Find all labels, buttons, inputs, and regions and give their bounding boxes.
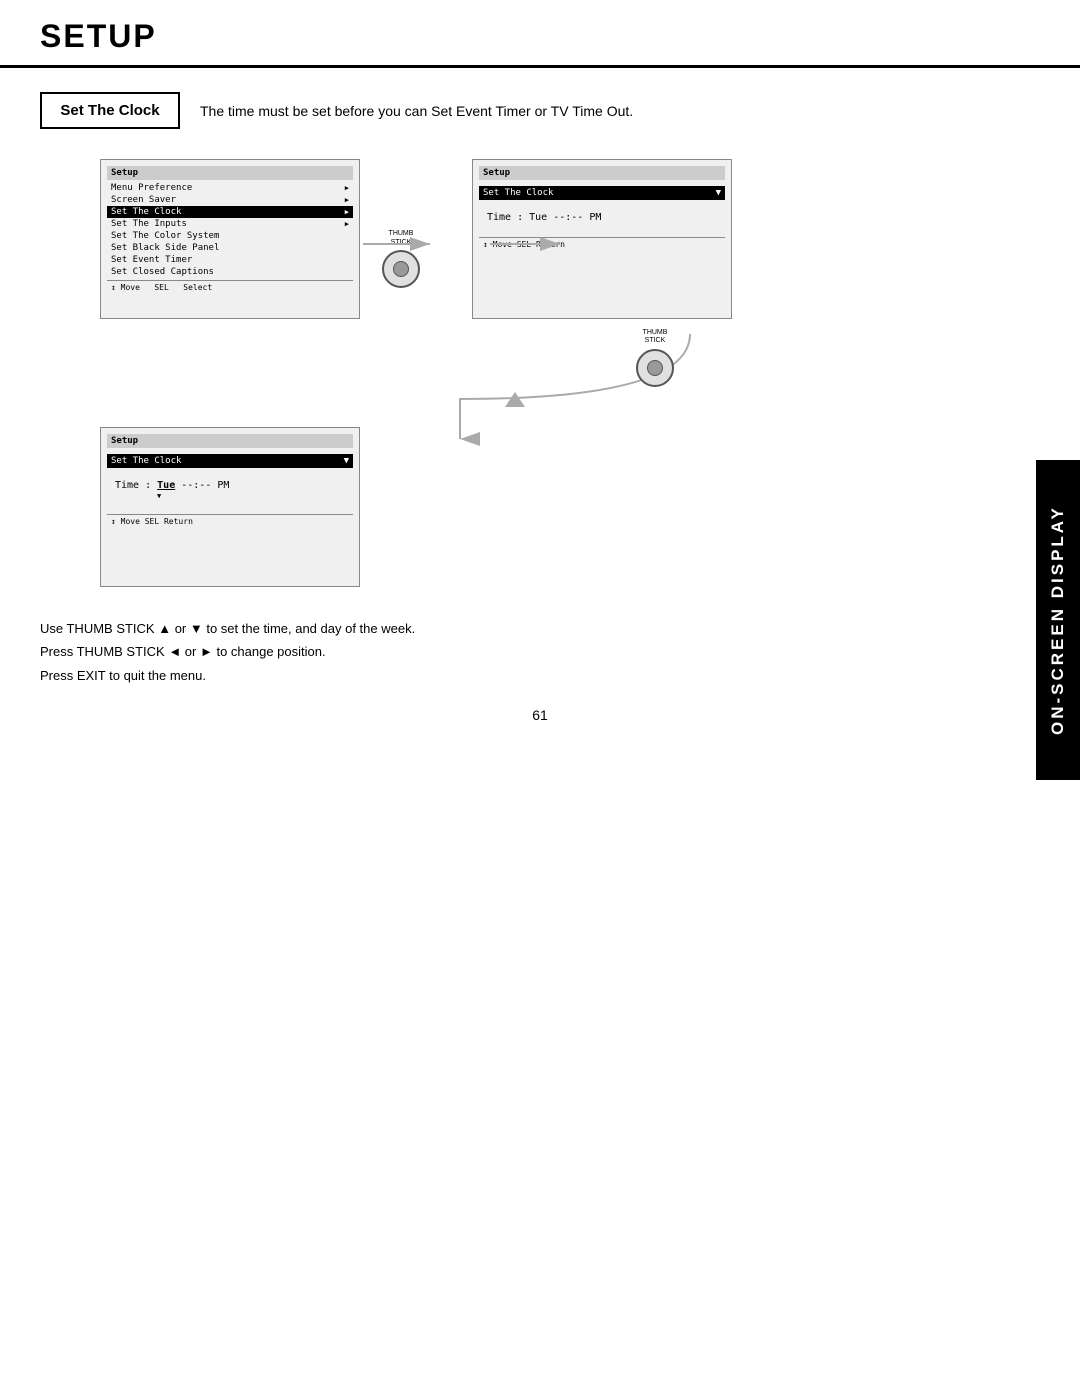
clock-screen-1: Setup Set The Clock ▼ Time : Tue --:-- P… xyxy=(472,159,732,319)
thumb-stick-2-label: THUMBSTICK xyxy=(643,329,668,346)
menu-item-4: Set The Inputs xyxy=(107,218,353,230)
main-content: Set The Clock The time must be set befor… xyxy=(0,92,1080,687)
time-highlighted: Tue xyxy=(157,480,175,491)
thumb-stick-1 xyxy=(382,250,420,288)
menu-screen-title: Setup xyxy=(107,166,353,180)
clock-screen-1-title: Setup xyxy=(479,166,725,180)
flow-container: Setup Menu Preference Screen Saver Set T… xyxy=(100,159,920,587)
thumb-stick-2-row: THUMBSTICK xyxy=(390,329,920,387)
instruction-2: Press THUMB STICK ◄ or ► to change posit… xyxy=(40,640,1040,663)
menu-item-8: Set Closed Captions xyxy=(107,266,353,278)
clock-screen-2-title: Setup xyxy=(107,434,353,448)
thumb-stick-2 xyxy=(636,349,674,387)
clock-screen-2-subtitle: Set The Clock ▼ xyxy=(107,454,353,468)
thumb-stick-1-inner xyxy=(393,261,409,277)
menu-item-6: Set Black Side Panel xyxy=(107,242,353,254)
page-title: SETUP xyxy=(40,18,1040,55)
clock-label-box: Set The Clock xyxy=(40,92,180,129)
page-header: SETUP xyxy=(0,0,1080,68)
flow-top: Setup Menu Preference Screen Saver Set T… xyxy=(100,159,920,319)
clock-screen-1-wrapper: Setup Set The Clock ▼ Time : Tue --:-- P… xyxy=(472,159,732,319)
menu-item-2: Screen Saver xyxy=(107,194,353,206)
side-label: ON-SCREEN DISPLAY xyxy=(1036,460,1080,780)
instruction-3: Press EXIT to quit the menu. xyxy=(40,664,1040,687)
clock-intro-text: The time must be set before you can Set … xyxy=(200,103,633,119)
clock-screen-2-time: Time : Tue --:-- PM ▼ xyxy=(107,474,353,506)
clock-screen-1-bottom: ↕ Move SEL Return xyxy=(479,237,725,251)
down-arrow-row xyxy=(110,387,920,417)
down-arrow-svg xyxy=(500,387,530,417)
menu-bottom: ↕ Move SEL Select xyxy=(107,280,353,294)
menu-item-5: Set The Color System xyxy=(107,230,353,242)
menu-item-1: Menu Preference xyxy=(107,182,353,194)
clock-screen-2-bottom: ↕ Move SEL Return xyxy=(107,514,353,528)
clock-screen-1-subtitle: Set The Clock ▼ xyxy=(479,186,725,200)
clock-screen-1-time: Time : Tue --:-- PM xyxy=(479,206,725,229)
thumb-stick-1-label: THUMBSTICK xyxy=(389,230,414,247)
thumb-stick-2-container: THUMBSTICK xyxy=(636,329,674,387)
time-prefix: Time : xyxy=(115,480,157,491)
page-number: 61 xyxy=(0,707,1080,743)
thumb-stick-2-inner xyxy=(647,360,663,376)
menu-item-7: Set Event Timer xyxy=(107,254,353,266)
bottom-row: Setup Set The Clock ▼ Time : Tue --:-- P… xyxy=(100,427,920,587)
diagram-wrapper: Setup Menu Preference Screen Saver Set T… xyxy=(100,159,1040,587)
clock-screen-2: Setup Set The Clock ▼ Time : Tue --:-- P… xyxy=(100,427,360,587)
instructions-block: Use THUMB STICK ▲ or ▼ to set the time, … xyxy=(40,617,1040,687)
thumb-stick-1-container: THUMBSTICK xyxy=(382,230,420,288)
instruction-1: Use THUMB STICK ▲ or ▼ to set the time, … xyxy=(40,617,1040,640)
menu-screen: Setup Menu Preference Screen Saver Set T… xyxy=(100,159,360,319)
clock-intro-row: Set The Clock The time must be set befor… xyxy=(40,92,1040,129)
time-suffix: --:-- PM xyxy=(175,480,229,491)
menu-item-3-highlighted: Set The Clock xyxy=(107,206,353,218)
